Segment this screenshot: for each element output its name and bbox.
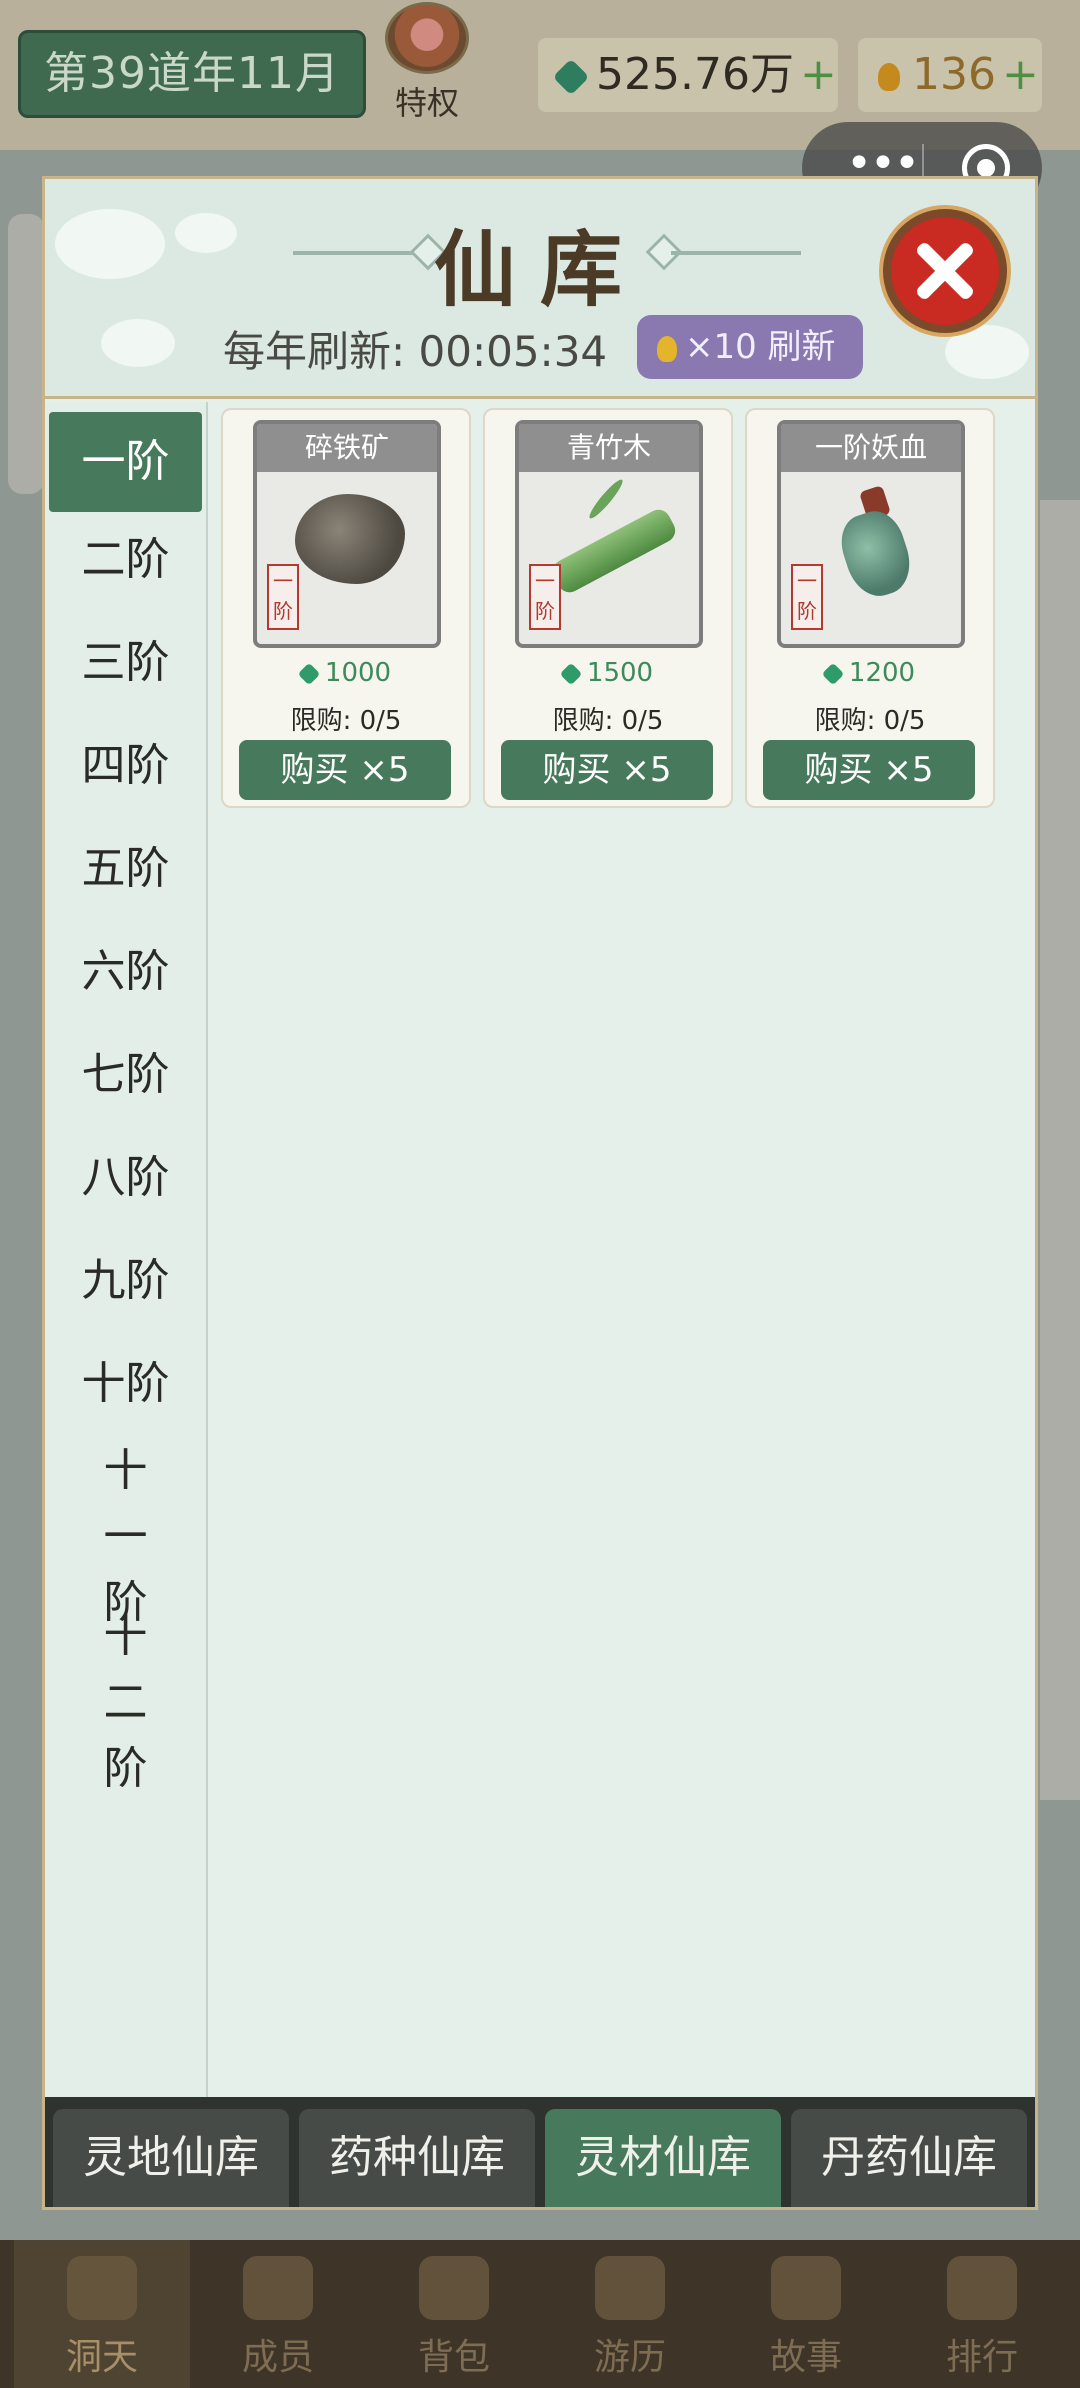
item-purchase-limit: 限购: 0/5 [290, 706, 402, 736]
item-purchase-limit: 限购: 0/5 [552, 706, 664, 736]
tier-sidebar: 一阶 二阶 三阶 四阶 五阶 六阶 七阶 八阶 九阶 十阶 十一阶 十二阶 [45, 402, 208, 2098]
gold-amount: 136 [912, 49, 996, 100]
item-card: 一阶妖血 一阶 1200 限购: 0/5 购买 ×5 [745, 408, 995, 808]
item-purchase-limit: 限购: 0/5 [814, 706, 926, 736]
nav-item-members[interactable]: 成员 [190, 2240, 366, 2388]
refresh-button-label: ×10 刷新 [685, 327, 836, 367]
tier-item-7[interactable]: 七阶 [49, 1027, 202, 1123]
buy-button[interactable]: 购买 ×5 [239, 740, 451, 800]
tier-item-11[interactable]: 十一阶 [49, 1438, 202, 1628]
cloud-decoration [101, 319, 175, 367]
tier-item-10[interactable]: 十阶 [49, 1336, 202, 1432]
jade-add-button[interactable]: + [800, 49, 837, 100]
background-panel-left [8, 214, 44, 494]
nav-item-travel[interactable]: 游历 [542, 2240, 718, 2388]
gold-coin-icon [657, 335, 677, 362]
item-price-value: 1200 [848, 658, 916, 688]
jade-icon [297, 662, 321, 685]
blood-bottle-icon [833, 504, 919, 604]
tier-item-6[interactable]: 六阶 [49, 924, 202, 1020]
buy-button[interactable]: 购买 ×5 [501, 740, 713, 800]
category-tabs: 灵地仙库 药种仙库 灵材仙库 丹药仙库 [45, 2097, 1035, 2207]
nav-item-backpack[interactable]: 背包 [366, 2240, 542, 2388]
cave-icon [67, 2256, 137, 2320]
item-price-value: 1000 [324, 658, 392, 688]
jade-icon [821, 662, 845, 685]
modal-header: 仙库 每年刷新: 00:05:34 ×10 刷新 [45, 179, 1035, 399]
background-scene-right [1040, 500, 1080, 1800]
backpack-icon [419, 2256, 489, 2320]
jade-amount: 525.76万 [596, 49, 794, 100]
bottom-navigation: 洞天 成员 背包 游历 故事 排行 [0, 2240, 1080, 2388]
item-tier-tag: 一阶 [529, 564, 561, 630]
tab-spirit-materials[interactable]: 灵材仙库 [545, 2109, 781, 2207]
item-price-value: 1500 [586, 658, 654, 688]
close-button[interactable] [883, 209, 1007, 333]
item-frame: 青竹木 一阶 [515, 420, 703, 648]
tier-item-9[interactable]: 九阶 [49, 1233, 202, 1329]
gold-currency[interactable]: 136 + [856, 36, 1044, 114]
story-book-icon [771, 2256, 841, 2320]
item-frame: 一阶妖血 一阶 [777, 420, 965, 648]
item-name: 青竹木 [519, 424, 699, 472]
nav-item-ranking[interactable]: 排行 [894, 2240, 1070, 2388]
jade-currency[interactable]: 525.76万 + [536, 36, 840, 114]
nav-label: 成员 [241, 2337, 314, 2378]
item-card: 碎铁矿 一阶 1000 限购: 0/5 购买 ×5 [221, 408, 471, 808]
item-frame: 碎铁矿 一阶 [253, 420, 441, 648]
item-price: 1200 [747, 658, 993, 688]
jade-icon [552, 58, 590, 96]
tab-spirit-land[interactable]: 灵地仙库 [53, 2109, 289, 2207]
iron-ore-icon [295, 494, 405, 584]
tier-item-1[interactable]: 一阶 [49, 412, 202, 512]
nav-label: 故事 [769, 2337, 842, 2378]
travel-scroll-icon [595, 2256, 665, 2320]
item-name: 碎铁矿 [257, 424, 437, 472]
treasury-modal: 仙库 每年刷新: 00:05:34 ×10 刷新 一阶 二阶 三阶 四阶 五阶 … [42, 176, 1038, 2210]
refresh-timer: 每年刷新: 00:05:34 [223, 327, 608, 376]
privilege-label: 特权 [394, 84, 459, 122]
item-name: 一阶妖血 [781, 424, 961, 472]
item-tier-tag: 一阶 [791, 564, 823, 630]
privilege-button[interactable]: 特权 [382, 0, 472, 130]
cloud-decoration [945, 325, 1029, 379]
tab-elixirs[interactable]: 丹药仙库 [791, 2109, 1027, 2207]
bamboo-icon [548, 505, 680, 597]
year-indicator: 第39道年11月 [18, 30, 366, 118]
tier-item-8[interactable]: 八阶 [49, 1130, 202, 1226]
tier-item-3[interactable]: 三阶 [49, 615, 202, 711]
item-price: 1000 [223, 658, 469, 688]
item-price: 1500 [485, 658, 731, 688]
item-tier-tag: 一阶 [267, 564, 299, 630]
bamboo-leaf-icon [586, 476, 626, 522]
refresh-button[interactable]: ×10 刷新 [637, 315, 863, 379]
nav-item-story[interactable]: 故事 [718, 2240, 894, 2388]
nav-label: 洞天 [65, 2337, 138, 2378]
item-card: 青竹木 一阶 1500 限购: 0/5 购买 ×5 [483, 408, 733, 808]
privilege-badge-icon [385, 2, 469, 74]
tier-item-5[interactable]: 五阶 [49, 821, 202, 917]
jade-icon [559, 662, 583, 685]
nav-label: 背包 [417, 2337, 490, 2378]
ranking-scroll-icon [947, 2256, 1017, 2320]
buy-button[interactable]: 购买 ×5 [763, 740, 975, 800]
nav-label: 游历 [593, 2337, 666, 2378]
tier-item-2[interactable]: 二阶 [49, 512, 202, 608]
nav-label: 排行 [945, 2337, 1018, 2378]
gold-coin-icon [878, 63, 900, 91]
tab-herb-seeds[interactable]: 药种仙库 [299, 2109, 535, 2207]
nav-item-cave[interactable]: 洞天 [14, 2240, 190, 2388]
tier-item-4[interactable]: 四阶 [49, 718, 202, 814]
members-icon [243, 2256, 313, 2320]
tier-item-12[interactable]: 十二阶 [49, 1604, 202, 1794]
gold-add-button[interactable]: + [1002, 49, 1039, 100]
